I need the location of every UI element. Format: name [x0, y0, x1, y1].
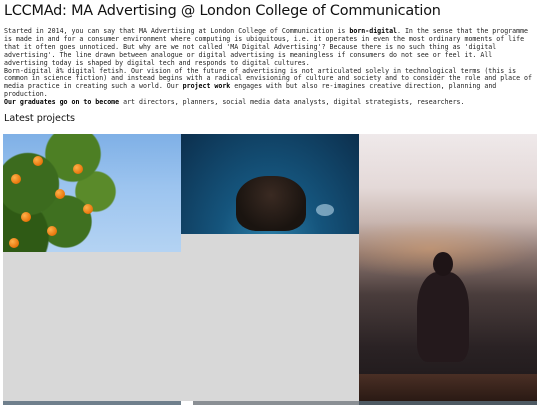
- latest-projects-heading: Latest projects: [4, 113, 75, 124]
- intro-p1-text: Started in 2014, you can say that MA Adv…: [4, 27, 350, 35]
- orange-fruit: [11, 174, 21, 184]
- orange-tree-image: [3, 134, 133, 252]
- intro-paragraph-2: Born-digital â% digital fetish. Our visi…: [4, 67, 536, 100]
- graduates-link[interactable]: Our graduates go on to become: [4, 98, 119, 106]
- project-tile-sunset[interactable]: [359, 134, 537, 401]
- intro-paragraph-1: Started in 2014, you can say that MA Adv…: [4, 27, 536, 68]
- person-head: [433, 252, 453, 276]
- project-tile-next-row[interactable]: [3, 401, 181, 405]
- project-tile-next-row[interactable]: [193, 401, 359, 405]
- project-work-link[interactable]: project work: [183, 82, 231, 90]
- orange-fruit: [33, 156, 43, 166]
- intro-paragraph-3: Our graduates go on to become art direct…: [4, 98, 536, 107]
- rock-ledge: [359, 374, 537, 401]
- born-digital-emphasis: born-digital: [349, 27, 398, 35]
- orange-fruit: [55, 189, 65, 199]
- orange-fruit: [9, 238, 19, 248]
- bubbles-shape: [316, 204, 334, 216]
- project-tile-oranges[interactable]: [3, 134, 181, 252]
- project-tile-placeholder[interactable]: [3, 252, 181, 401]
- orange-fruit: [47, 226, 57, 236]
- project-tile-placeholder[interactable]: [181, 234, 359, 401]
- orange-fruit: [73, 164, 83, 174]
- intro-text: Started in 2014, you can say that MA Adv…: [4, 27, 536, 107]
- page-title: LCCMAd: MA Advertising @ London College …: [4, 3, 441, 19]
- project-tile-swimmer[interactable]: [181, 134, 359, 234]
- project-tile-next-row[interactable]: [359, 401, 537, 405]
- intro-p3-rest: art directors, planners, social media da…: [119, 98, 465, 107]
- orange-fruit: [83, 204, 93, 214]
- person-torso: [417, 272, 469, 362]
- swimmer-image: [236, 176, 306, 231]
- orange-fruit: [21, 212, 31, 222]
